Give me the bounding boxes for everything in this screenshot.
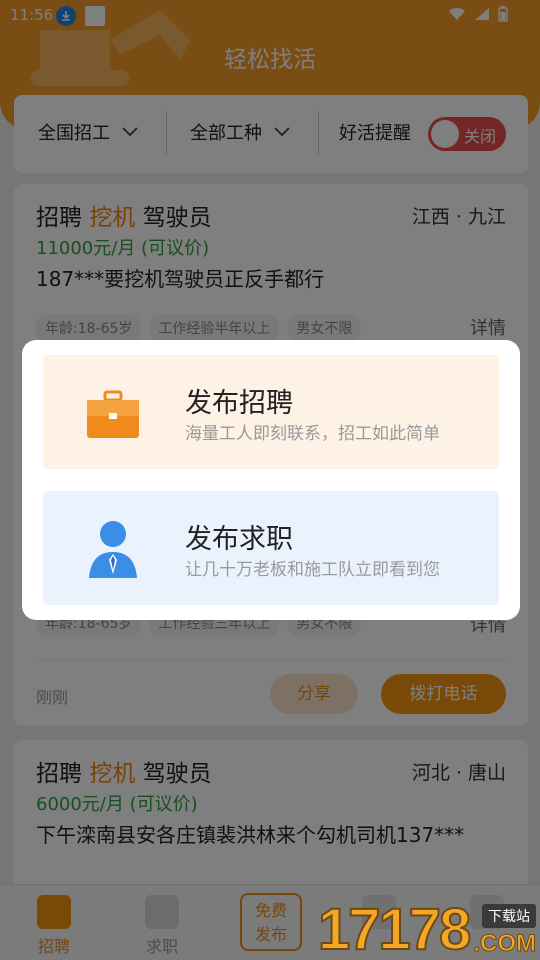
person-icon — [89, 521, 137, 578]
publish-recruit-subtitle: 海量工人即刻联系，招工如此简单 — [185, 424, 440, 444]
publish-seek-title: 发布求职 — [185, 524, 293, 555]
publish-seek-option[interactable]: 发布求职 让几十万老板和施工队立即看到您 — [43, 491, 499, 605]
watermark-com: .COM — [473, 930, 537, 958]
publish-seek-subtitle: 让几十万老板和施工队立即看到您 — [185, 560, 440, 580]
watermark-digits: 17178 — [317, 896, 472, 960]
publish-recruit-option[interactable]: 发布招聘 海量工人即刻联系，招工如此简单 — [43, 355, 499, 469]
site-watermark: 17178 下载站 .COM — [316, 896, 540, 960]
publish-recruit-title: 发布招聘 — [185, 388, 293, 419]
watermark-tag: 下载站 — [482, 904, 536, 928]
briefcase-icon — [87, 390, 139, 438]
publish-modal: 发布招聘 海量工人即刻联系，招工如此简单 发布求职 让几十万老板和施工队立即看到… — [22, 340, 520, 620]
